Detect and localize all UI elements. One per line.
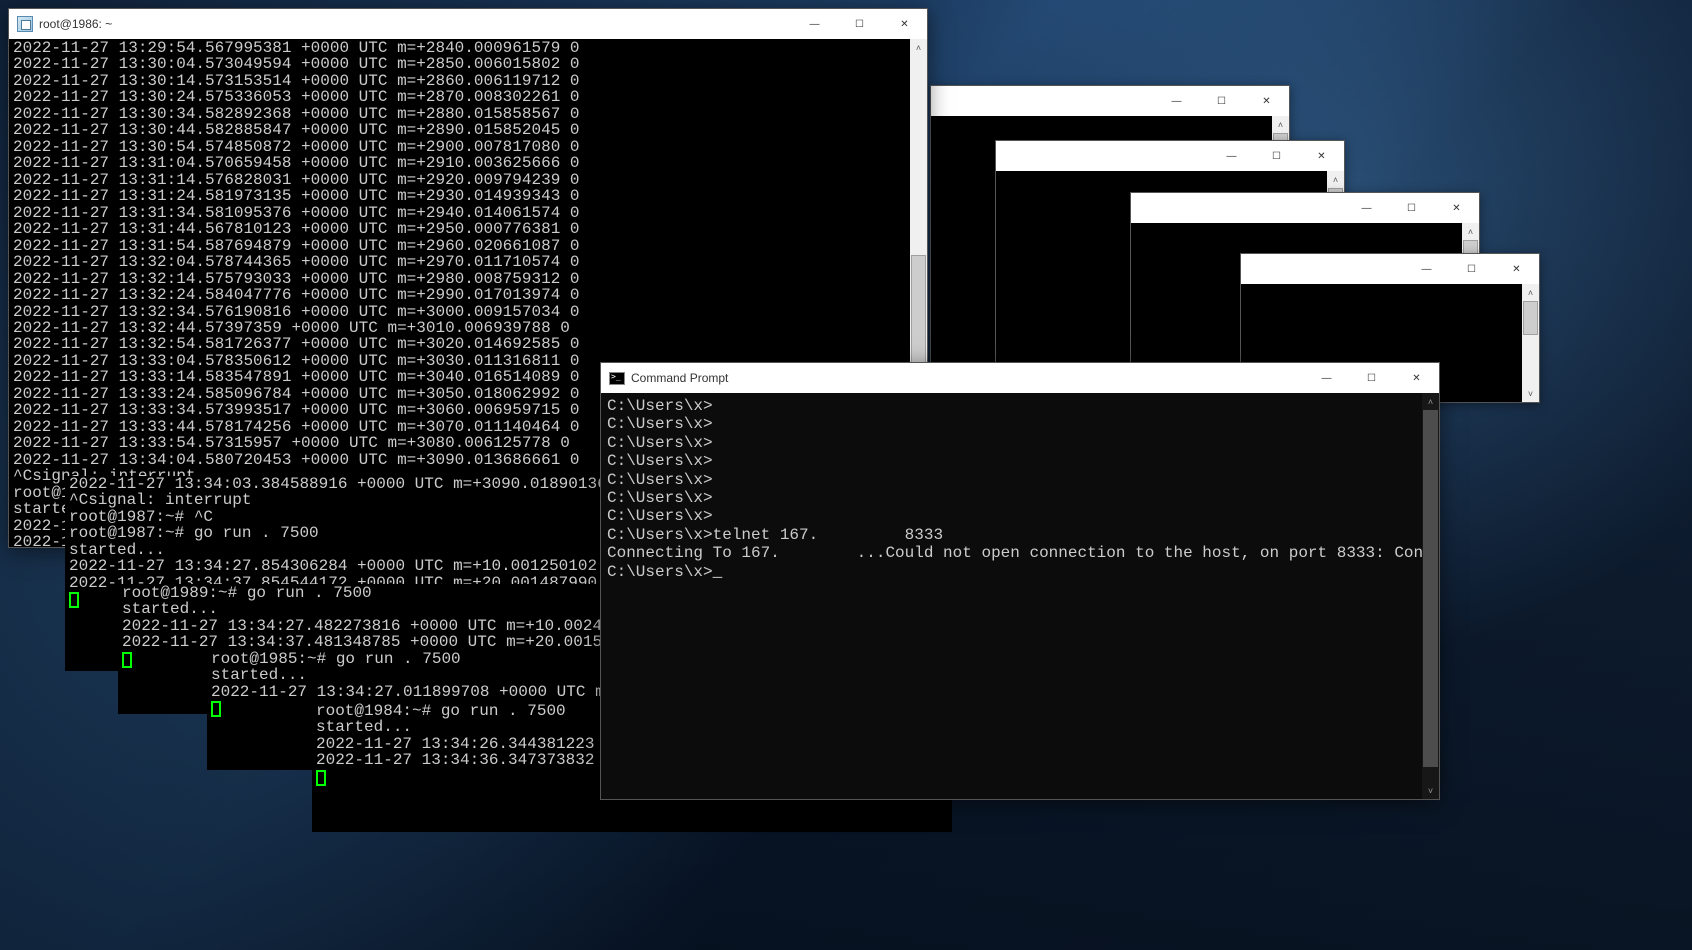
- close-button[interactable]: ✕: [1394, 363, 1439, 393]
- green-cursor-icon: [122, 652, 132, 668]
- terminal-line: C:\Users\x>: [607, 452, 1433, 470]
- bg-terminal-2-titlebar[interactable]: — ☐ ✕: [996, 141, 1344, 171]
- cmd-body[interactable]: C:\Users\x>C:\Users\x>C:\Users\x>C:\User…: [601, 393, 1439, 799]
- window-title: root@1986: ~: [39, 17, 792, 31]
- terminal-line: 2022-11-27 13:32:34.576190816 +0000 UTC …: [13, 304, 923, 320]
- scroll-down-icon[interactable]: ˅: [1522, 385, 1539, 402]
- scroll-thumb[interactable]: [1523, 301, 1538, 335]
- scroll-up-icon[interactable]: ˄: [1522, 284, 1539, 301]
- terminal-line: 2022-11-27 13:30:34.582892368 +0000 UTC …: [13, 106, 923, 122]
- terminal-line: 2022-11-27 13:29:54.567995381 +0000 UTC …: [13, 40, 923, 56]
- green-cursor-icon: [316, 770, 326, 786]
- minimize-button[interactable]: —: [1154, 86, 1199, 116]
- terminal-line: C:\Users\x>: [607, 471, 1433, 489]
- minimize-button[interactable]: —: [1344, 193, 1389, 223]
- bg-terminal-3-titlebar[interactable]: — ☐ ✕: [1131, 193, 1479, 223]
- minimize-button[interactable]: —: [1304, 363, 1349, 393]
- close-button[interactable]: ✕: [1299, 141, 1344, 171]
- cmd-icon: [609, 370, 625, 386]
- close-button[interactable]: ✕: [882, 9, 927, 39]
- maximize-button[interactable]: ☐: [1199, 86, 1244, 116]
- terminal-line: 2022-11-27 13:32:24.584047776 +0000 UTC …: [13, 287, 923, 303]
- minimize-button[interactable]: —: [1209, 141, 1254, 171]
- terminal-line: C:\Users\x>: [607, 415, 1433, 433]
- window-title: Command Prompt: [631, 371, 1304, 385]
- terminal-line: C:\Users\x>_: [607, 563, 1433, 581]
- scroll-up-icon[interactable]: ˄: [1327, 171, 1344, 188]
- maximize-button[interactable]: ☐: [837, 9, 882, 39]
- green-cursor-icon: [69, 592, 79, 608]
- green-cursor-icon: [211, 701, 221, 717]
- putty-icon: [17, 16, 33, 32]
- maximize-button[interactable]: ☐: [1349, 363, 1394, 393]
- terminal-line: 2022-11-27 13:31:44.567810123 +0000 UTC …: [13, 221, 923, 237]
- terminal-line: Connecting To 167. ...Could not open con…: [607, 544, 1433, 562]
- scroll-up-icon[interactable]: ˄: [1272, 116, 1289, 133]
- cursor-icon: _: [713, 563, 723, 581]
- terminal-line: 2022-11-27 13:30:14.573153514 +0000 UTC …: [13, 73, 923, 89]
- terminal-line: C:\Users\x>: [607, 507, 1433, 525]
- terminal-line: 2022-11-27 13:30:04.573049594 +0000 UTC …: [13, 56, 923, 72]
- close-button[interactable]: ✕: [1494, 254, 1539, 284]
- scroll-up-icon[interactable]: ˄: [1462, 223, 1479, 240]
- scrollbar[interactable]: ˄ ˅: [1422, 393, 1439, 799]
- cmd-window[interactable]: Command Prompt — ☐ ✕ C:\Users\x>C:\Users…: [600, 362, 1440, 800]
- terminal-line: C:\Users\x>: [607, 489, 1433, 507]
- cmd-titlebar[interactable]: Command Prompt — ☐ ✕: [601, 363, 1439, 393]
- maximize-button[interactable]: ☐: [1449, 254, 1494, 284]
- putty-1986-titlebar[interactable]: root@1986: ~ — ☐ ✕: [9, 9, 927, 39]
- minimize-button[interactable]: —: [1404, 254, 1449, 284]
- terminal-line: 2022-11-27 13:31:34.581095376 +0000 UTC …: [13, 205, 923, 221]
- terminal-line: C:\Users\x>: [607, 434, 1433, 452]
- terminal-line: 2022-11-27 13:32:04.578744365 +0000 UTC …: [13, 254, 923, 270]
- terminal-line: 2022-11-27 13:31:14.576828031 +0000 UTC …: [13, 172, 923, 188]
- terminal-line: C:\Users\x>telnet 167. 8333: [607, 526, 1433, 544]
- close-button[interactable]: ✕: [1244, 86, 1289, 116]
- bg-terminal-4-titlebar[interactable]: — ☐ ✕: [1241, 254, 1539, 284]
- scrollbar[interactable]: ˄ ˅: [1522, 284, 1539, 402]
- maximize-button[interactable]: ☐: [1254, 141, 1299, 171]
- terminal-line: 2022-11-27 13:31:24.581973135 +0000 UTC …: [13, 188, 923, 204]
- terminal-line: 2022-11-27 13:31:04.570659458 +0000 UTC …: [13, 155, 923, 171]
- terminal-line: C:\Users\x>: [607, 397, 1433, 415]
- terminal-line: 2022-11-27 13:32:44.57397359 +0000 UTC m…: [13, 320, 923, 336]
- bg-terminal-1-titlebar[interactable]: — ☐ ✕: [931, 86, 1289, 116]
- terminal-line: 2022-11-27 13:32:14.575793033 +0000 UTC …: [13, 271, 923, 287]
- scroll-thumb[interactable]: [1423, 410, 1438, 767]
- terminal-line: 2022-11-27 13:30:54.574850872 +0000 UTC …: [13, 139, 923, 155]
- terminal-line: 2022-11-27 13:30:44.582885847 +0000 UTC …: [13, 122, 923, 138]
- minimize-button[interactable]: —: [792, 9, 837, 39]
- maximize-button[interactable]: ☐: [1389, 193, 1434, 223]
- terminal-line: 2022-11-27 13:30:24.575336053 +0000 UTC …: [13, 89, 923, 105]
- scroll-up-icon[interactable]: ˄: [1422, 393, 1439, 410]
- scroll-up-icon[interactable]: ˄: [910, 39, 927, 56]
- scroll-down-icon[interactable]: ˅: [1422, 782, 1439, 799]
- terminal-line: 2022-11-27 13:32:54.581726377 +0000 UTC …: [13, 336, 923, 352]
- terminal-line: 2022-11-27 13:31:54.587694879 +0000 UTC …: [13, 238, 923, 254]
- close-button[interactable]: ✕: [1434, 193, 1479, 223]
